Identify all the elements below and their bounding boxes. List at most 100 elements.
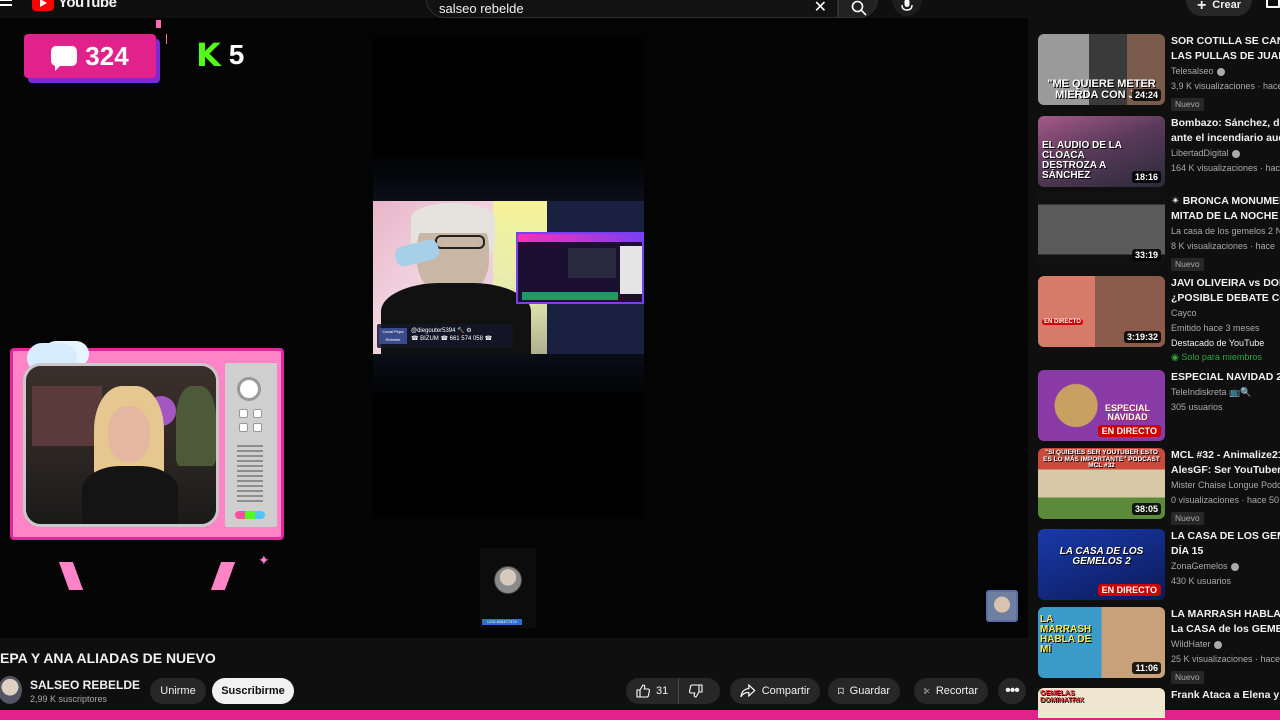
- video-thumbnail[interactable]: LA CASA DE LOS GEMELOS 2 EN DIRECTO: [1038, 529, 1165, 600]
- search-query[interactable]: salseo rebelde: [439, 1, 524, 16]
- like-button[interactable]: 31: [626, 678, 680, 704]
- menu-icon[interactable]: [0, 0, 14, 14]
- share-button[interactable]: Compartir: [730, 678, 820, 704]
- channel-name[interactable]: Mister Chaise Longue Podc: [1171, 478, 1280, 493]
- video-thumbnail[interactable]: GEMELAS DOMINATRIX: [1038, 688, 1165, 718]
- recommendation-title-line2[interactable]: ¿POSIBLE DEBATE CON: [1171, 291, 1280, 306]
- video-title: EPA Y ANA ALIADAS DE NUEVO: [0, 650, 216, 666]
- join-button[interactable]: Unirme: [150, 678, 206, 704]
- recommendation-title-line2[interactable]: LAS PULLAS DE JUAN.: [1171, 49, 1280, 64]
- duration-badge: 33:19: [1131, 249, 1161, 261]
- view-meta: 3,9 K visualizaciones · hace: [1171, 81, 1280, 91]
- video-thumbnail[interactable]: EN DIRECTO 3:19:32: [1038, 276, 1165, 347]
- channel-name[interactable]: ZonaGemelos: [1171, 561, 1228, 571]
- channel-name[interactable]: Cayco: [1171, 306, 1280, 321]
- recommendation-title[interactable]: SOR COTILLA SE CANS: [1171, 34, 1280, 49]
- recommendation-title-line2[interactable]: MITAD DE LA NOCHE E: [1171, 209, 1280, 224]
- recommendation-item[interactable]: EN DIRECTO 3:19:32 JAVI OLIVEIRA vs DOK …: [1038, 276, 1280, 366]
- logo-text: YouTube: [58, 0, 117, 11]
- video-thumbnail[interactable]: "SI QUIERES SER YOUTUBER ESTO ES LO MÁS …: [1038, 448, 1165, 519]
- recommendation-item[interactable]: GEMELAS DOMINATRIX Frank Ataca a Elena y…: [1038, 688, 1280, 718]
- subscribe-button[interactable]: Suscribirme: [212, 678, 294, 704]
- create-label: Crear: [1212, 0, 1242, 11]
- video-thumbnail[interactable]: EL AUDIO DE LA CLOACA DESTROZA A SÁNCHEZ…: [1038, 116, 1165, 187]
- thumbs-down-icon: [689, 684, 703, 698]
- more-actions-button[interactable]: •••: [998, 678, 1026, 704]
- view-meta: 25 K visualizaciones · hace: [1171, 654, 1280, 664]
- recommendation-item[interactable]: "ME QUIERE METER MIERDA CON JA" 24:24 SO…: [1038, 34, 1280, 111]
- voice-search-button[interactable]: [892, 0, 922, 16]
- close-icon[interactable]: ✕: [814, 0, 827, 17]
- video-thumbnail[interactable]: LA MARRASH HABLA DE MÍ 11:06: [1038, 607, 1165, 678]
- like-dislike-group: 31: [626, 678, 720, 704]
- dislike-button[interactable]: [679, 678, 713, 704]
- webcam-tree: [176, 386, 216, 466]
- recommendation-item[interactable]: ESPECIAL NAVIDAD EN DIRECTO ESPECIAL NAV…: [1038, 370, 1280, 444]
- recommendation-title[interactable]: ESPECIAL NAVIDAD 20: [1171, 370, 1280, 385]
- search-input[interactable]: salseo rebelde ✕: [426, 0, 838, 18]
- featured-badge: Destacado de YouTube: [1171, 338, 1265, 348]
- plus-icon: +: [1196, 0, 1207, 14]
- channel-avatar[interactable]: [0, 676, 22, 704]
- view-meta: Emitido hace 3 meses: [1171, 323, 1260, 333]
- share-arrow-icon: [740, 684, 756, 698]
- recommendation-item[interactable]: LA MARRASH HABLA DE MÍ 11:06 LA MARRASH …: [1038, 607, 1280, 684]
- chat-bubble-icon: [51, 46, 78, 71]
- inset-stripe: [518, 234, 642, 242]
- search-icon: [851, 0, 867, 16]
- youtube-logo[interactable]: YouTube: [32, 0, 117, 11]
- clip-button[interactable]: Recortar: [914, 678, 988, 704]
- webcam-shelf: [32, 386, 102, 446]
- recommendation-item[interactable]: 33:19 ✴ BRONCA MONUMEN MITAD DE LA NOCHE…: [1038, 194, 1280, 271]
- video-thumbnail[interactable]: ESPECIAL NAVIDAD EN DIRECTO: [1038, 370, 1165, 441]
- recommendation-item[interactable]: EL AUDIO DE LA CLOACA DESTROZA A SÁNCHEZ…: [1038, 116, 1280, 190]
- save-button[interactable]: Guardar: [828, 678, 900, 704]
- overlay-line-1: @diegouter5394 🔨 ⚙: [411, 328, 472, 334]
- guest-tag: LOU 636477474: [482, 619, 522, 625]
- channel-name[interactable]: La casa de los gemelos 2 N: [1171, 224, 1280, 239]
- scissors-icon: [924, 688, 930, 694]
- clip-label: Recortar: [935, 685, 978, 697]
- recommendation-title-line2[interactable]: ante el incendiario audi: [1171, 131, 1280, 146]
- channel-name[interactable]: Telesalseo: [1171, 66, 1214, 76]
- recommendation-title[interactable]: Frank Ataca a Elena y A: [1171, 688, 1280, 703]
- notifications-bell-icon[interactable]: [1266, 0, 1280, 8]
- verified-icon: [1231, 149, 1240, 158]
- recommendation-item[interactable]: "SI QUIERES SER YOUTUBER ESTO ES LO MÁS …: [1038, 448, 1280, 525]
- recommendation-title[interactable]: LA MARRASH HABLA D: [1171, 607, 1280, 622]
- duration-badge: 38:05: [1131, 503, 1161, 515]
- recommendation-title[interactable]: Bombazo: Sánchez, des: [1171, 116, 1280, 131]
- recommendation-item[interactable]: LA CASA DE LOS GEMELOS 2 EN DIRECTO LA C…: [1038, 529, 1280, 603]
- recommendation-title-line2[interactable]: La CASA de los GEMEL: [1171, 622, 1280, 637]
- youtube-play-icon: [32, 0, 54, 11]
- channel-name[interactable]: WildHater: [1171, 639, 1211, 649]
- channel-name[interactable]: LibertadDigital: [1171, 148, 1229, 158]
- channel-name[interactable]: SALSEO REBELDE: [30, 678, 140, 692]
- channel-name[interactable]: TeleIndiskreta 📺🔍: [1171, 385, 1280, 400]
- new-badge: Nuevo: [1171, 258, 1204, 271]
- view-meta: 8 K visualizaciones · hace: [1171, 241, 1276, 251]
- search-button[interactable]: [838, 0, 878, 18]
- inset-side-panel: [620, 246, 642, 294]
- new-badge: Nuevo: [1171, 98, 1204, 111]
- create-button[interactable]: + Crear: [1186, 0, 1252, 16]
- recommendation-title[interactable]: JAVI OLIVEIRA vs DOK: [1171, 276, 1280, 291]
- vertical-video-frame: Canal Pepa Rebelde @diegouter5394 🔨 ⚙ ☎ …: [373, 36, 644, 519]
- thumbnail-text: LA CASA DE LOS GEMELOS 2: [1059, 546, 1144, 567]
- thumbnail-text: LA MARRASH HABLA DE MÍ: [1040, 614, 1092, 655]
- clip-glasses: [435, 235, 485, 249]
- video-player[interactable]: 324 K 5 Canal Pepa Rebelde @diegouter539…: [0, 18, 1028, 638]
- sparkle-icon: ✦: [258, 552, 270, 568]
- recommendation-title[interactable]: ✴ BRONCA MONUMEN: [1171, 194, 1280, 209]
- recommendation-title-line2[interactable]: AlesGF: Ser YouTuber p: [1171, 463, 1280, 478]
- thumbs-up-icon: [636, 684, 650, 698]
- duration-badge: 11:06: [1132, 662, 1161, 674]
- video-thumbnail[interactable]: "ME QUIERE METER MIERDA CON JA" 24:24: [1038, 34, 1165, 105]
- recommendation-title[interactable]: LA CASA DE LOS GEME: [1171, 529, 1280, 544]
- view-meta: 0 visualizaciones · hace 50: [1171, 495, 1280, 505]
- recommendation-title[interactable]: MCL #32 - Animalize21: [1171, 448, 1280, 463]
- tv-speaker-grille: [237, 445, 263, 505]
- video-thumbnail[interactable]: 33:19: [1038, 194, 1165, 265]
- clip-overlay-banner: Canal Pepa Rebelde @diegouter5394 🔨 ⚙ ☎ …: [377, 324, 513, 348]
- recommendation-title-line2[interactable]: DÍA 15: [1171, 544, 1280, 559]
